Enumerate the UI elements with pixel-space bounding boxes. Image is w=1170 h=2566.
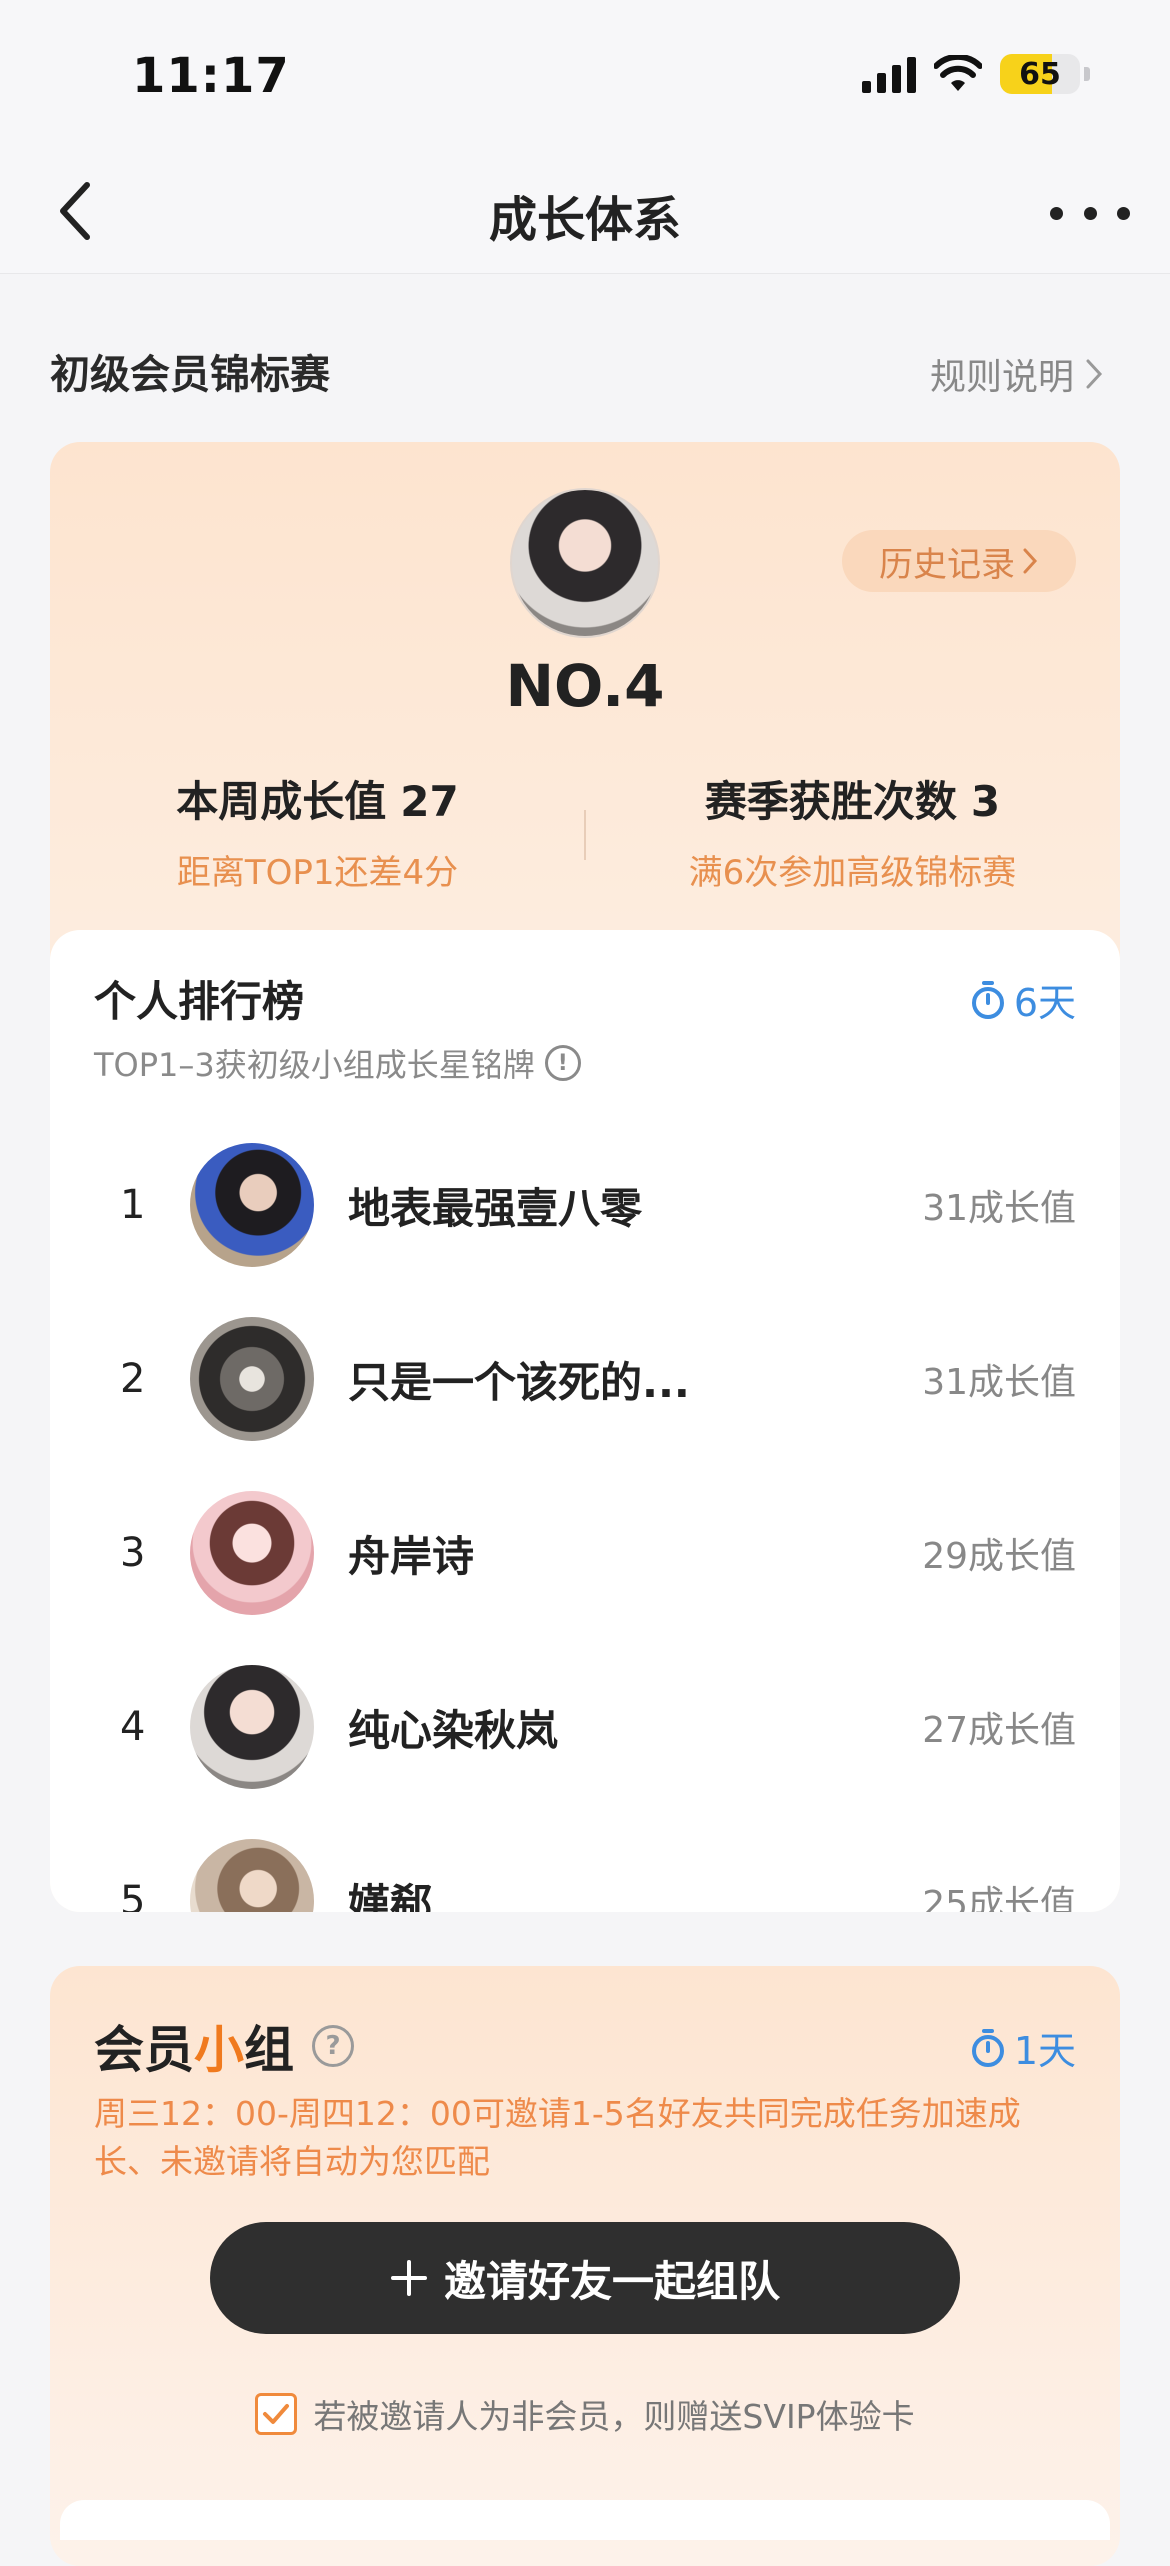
avatar[interactable] xyxy=(190,1143,314,1267)
invite-note-text: 若被邀请人为非会员，则赠送SVIP体验卡 xyxy=(313,2397,915,2436)
growth-score: 31成长值 xyxy=(922,1188,1076,1229)
invite-button-label: 邀请好友一起组队 xyxy=(443,2256,780,2306)
weekly-growth-value: 27 xyxy=(400,777,459,826)
section-title: 初级会员锦标赛 xyxy=(50,352,330,398)
group-title-accent: 小 xyxy=(194,2021,244,2079)
growth-score: 27成长值 xyxy=(922,1710,1076,1751)
leaderboard-panel: 个人排行榜 6天 TOP1–3获初级小组成长星铭牌 ! 1 地表最强壹八零 31… xyxy=(50,930,1120,1912)
growth-score: 31成长值 xyxy=(922,1362,1076,1403)
user-name: 舟岸诗 xyxy=(348,1531,475,1581)
leaderboard-hint: TOP1–3获初级小组成长星铭牌 ! xyxy=(94,1040,581,1086)
history-button[interactable]: 历史记录 xyxy=(842,530,1076,592)
group-title-part2: 组 xyxy=(244,2021,294,2079)
avatar[interactable] xyxy=(190,1317,314,1441)
season-wins-main: 赛季获胜次数 3 xyxy=(585,768,1120,829)
rank-number: 5 xyxy=(120,1878,146,1912)
season-wins-stat: 赛季获胜次数 3 满6次参加高级锦标赛 xyxy=(585,768,1120,894)
rank-number: 2 xyxy=(120,1356,146,1402)
rank-number: 3 xyxy=(120,1530,146,1576)
battery-level: 65 xyxy=(1019,56,1061,92)
help-icon[interactable]: ? xyxy=(312,2025,354,2067)
leaderboard-timer: 6天 xyxy=(970,972,1076,1027)
season-wins-label: 赛季获胜次数 xyxy=(704,777,957,826)
group-timer-label: 1天 xyxy=(1013,2029,1076,2073)
timer-icon xyxy=(971,980,1004,1019)
growth-score: 25成长值 xyxy=(922,1884,1076,1912)
more-horizontal-icon[interactable] xyxy=(1050,188,1130,238)
rank-row[interactable]: 3 舟岸诗 29成长值 xyxy=(50,1466,1120,1640)
rank-row[interactable]: 2 只是一个该死的... 31成长值 xyxy=(50,1292,1120,1466)
chevron-right-icon xyxy=(1023,548,1038,574)
user-name: 只是一个该死的... xyxy=(348,1357,690,1407)
status-time: 11:17 xyxy=(132,48,290,104)
growth-score: 29成长值 xyxy=(922,1536,1076,1577)
invite-note: 若被邀请人为非会员，则赠送SVIP体验卡 xyxy=(50,2390,1120,2438)
my-rank: NO.4 xyxy=(505,652,665,720)
chevron-right-icon xyxy=(1086,359,1103,389)
my-avatar xyxy=(510,488,660,638)
group-description: 周三12：00-周四12：00可邀请1-5名好友共同完成任务加速成长、未邀请将自… xyxy=(94,2094,1021,2181)
next-card-edge xyxy=(60,2500,1110,2540)
weekly-growth-label: 本周成长值 xyxy=(176,777,387,826)
avatar[interactable] xyxy=(190,1665,314,1789)
battery-icon: 65 xyxy=(1000,54,1080,94)
user-name: 嫤郗_ xyxy=(348,1879,454,1913)
member-group-card: 会员小组 ? 1天 周三12：00-周四12：00可邀请1-5名好友共同完成任务… xyxy=(50,1966,1120,2566)
rank-list[interactable]: 1 地表最强壹八零 31成长值 2 只是一个该死的... 31成长值 3 舟岸诗… xyxy=(50,1118,1120,1912)
group-timer: 1天 xyxy=(970,2020,1076,2075)
group-title-text: 会员小组 xyxy=(94,2010,294,2082)
season-wins-hint: 满6次参加高级锦标赛 xyxy=(688,853,1017,893)
leaderboard-title: 个人排行榜 xyxy=(94,977,305,1026)
weekly-growth-hint: 距离TOP1还差4分 xyxy=(176,853,459,893)
user-name: 纯心染秋岚 xyxy=(348,1705,559,1755)
page-title: 成长体系 xyxy=(488,192,681,248)
avatar[interactable] xyxy=(190,1491,314,1615)
signal-icon xyxy=(862,55,916,93)
avatar[interactable] xyxy=(190,1839,314,1912)
checkbox-icon[interactable] xyxy=(255,2393,298,2435)
rank-row[interactable]: 5 嫤郗_ 25成长值 xyxy=(50,1814,1120,1912)
user-name: 地表最强壹八零 xyxy=(348,1183,643,1233)
rank-number: 1 xyxy=(120,1182,146,1228)
status-bar: 11:17 65 xyxy=(0,0,1170,150)
rank-number: 4 xyxy=(120,1704,146,1750)
rules-link-label: 规则说明 xyxy=(929,357,1074,398)
group-title-part1: 会员 xyxy=(94,2021,194,2079)
invite-friends-button[interactable]: 邀请好友一起组队 xyxy=(210,2222,960,2334)
group-title: 会员小组 ? xyxy=(94,2010,354,2082)
tournament-card: 历史记录 NO.4 本周成长值 27 距离TOP1还差4分 赛季获胜次数 3 满6次… xyxy=(50,442,1120,1912)
leaderboard-hint-text: TOP1–3获初级小组成长星铭牌 xyxy=(94,1046,535,1084)
season-wins-value: 3 xyxy=(970,777,1001,826)
history-button-label: 历史记录 xyxy=(879,544,1015,585)
rank-row[interactable]: 4 纯心染秋岚 27成长值 xyxy=(50,1640,1120,1814)
timer-icon xyxy=(971,2028,1004,2067)
weekly-growth-main: 本周成长值 27 xyxy=(50,768,585,829)
nav-bar: 成长体系 xyxy=(0,150,1170,274)
plus-icon xyxy=(390,2260,427,2296)
wifi-icon xyxy=(934,55,982,91)
rules-link[interactable]: 规则说明 xyxy=(930,348,1104,400)
leaderboard-timer-label: 6天 xyxy=(1013,981,1076,1025)
battery-tip xyxy=(1084,67,1090,81)
rank-row[interactable]: 1 地表最强壹八零 31成长值 xyxy=(50,1118,1120,1292)
status-icons: 65 xyxy=(862,54,1090,94)
info-icon[interactable]: ! xyxy=(544,1045,581,1081)
weekly-growth-stat: 本周成长值 27 距离TOP1还差4分 xyxy=(50,768,585,894)
